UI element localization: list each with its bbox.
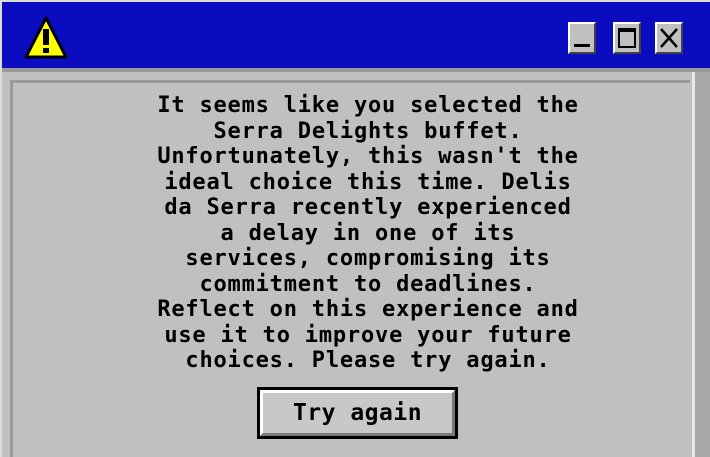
- message-line: It seems like you selected the: [157, 93, 579, 118]
- window-right-edge: [692, 72, 710, 457]
- message-line: Unfortunately, this wasn't the: [157, 144, 579, 169]
- minimize-button[interactable]: [568, 22, 596, 54]
- try-again-button[interactable]: Try again: [257, 387, 458, 439]
- message-line: ideal choice this time. Delis: [164, 169, 572, 195]
- message-line: da Serra recently experienced: [164, 195, 572, 220]
- dialog-window: It seems like you selected the Serra Del…: [0, 0, 710, 457]
- close-button[interactable]: [655, 22, 683, 54]
- warning-icon: [24, 16, 68, 60]
- message-line: Serra Delights buffet.: [213, 118, 523, 144]
- message-line: use it to improve your future: [164, 322, 572, 348]
- message-line: commitment to deadlines.: [199, 271, 537, 297]
- message-line: a delay in one of its: [220, 220, 516, 246]
- message-line: services, compromising its: [185, 246, 551, 271]
- dialog-message: It seems like you selected the Serra Del…: [23, 93, 710, 374]
- try-again-label: Try again: [260, 390, 455, 436]
- maximize-button[interactable]: [613, 22, 641, 54]
- message-line: choices. Please try again.: [185, 348, 551, 373]
- message-line: Reflect on this experience and: [157, 297, 579, 322]
- title-bar[interactable]: [2, 2, 710, 72]
